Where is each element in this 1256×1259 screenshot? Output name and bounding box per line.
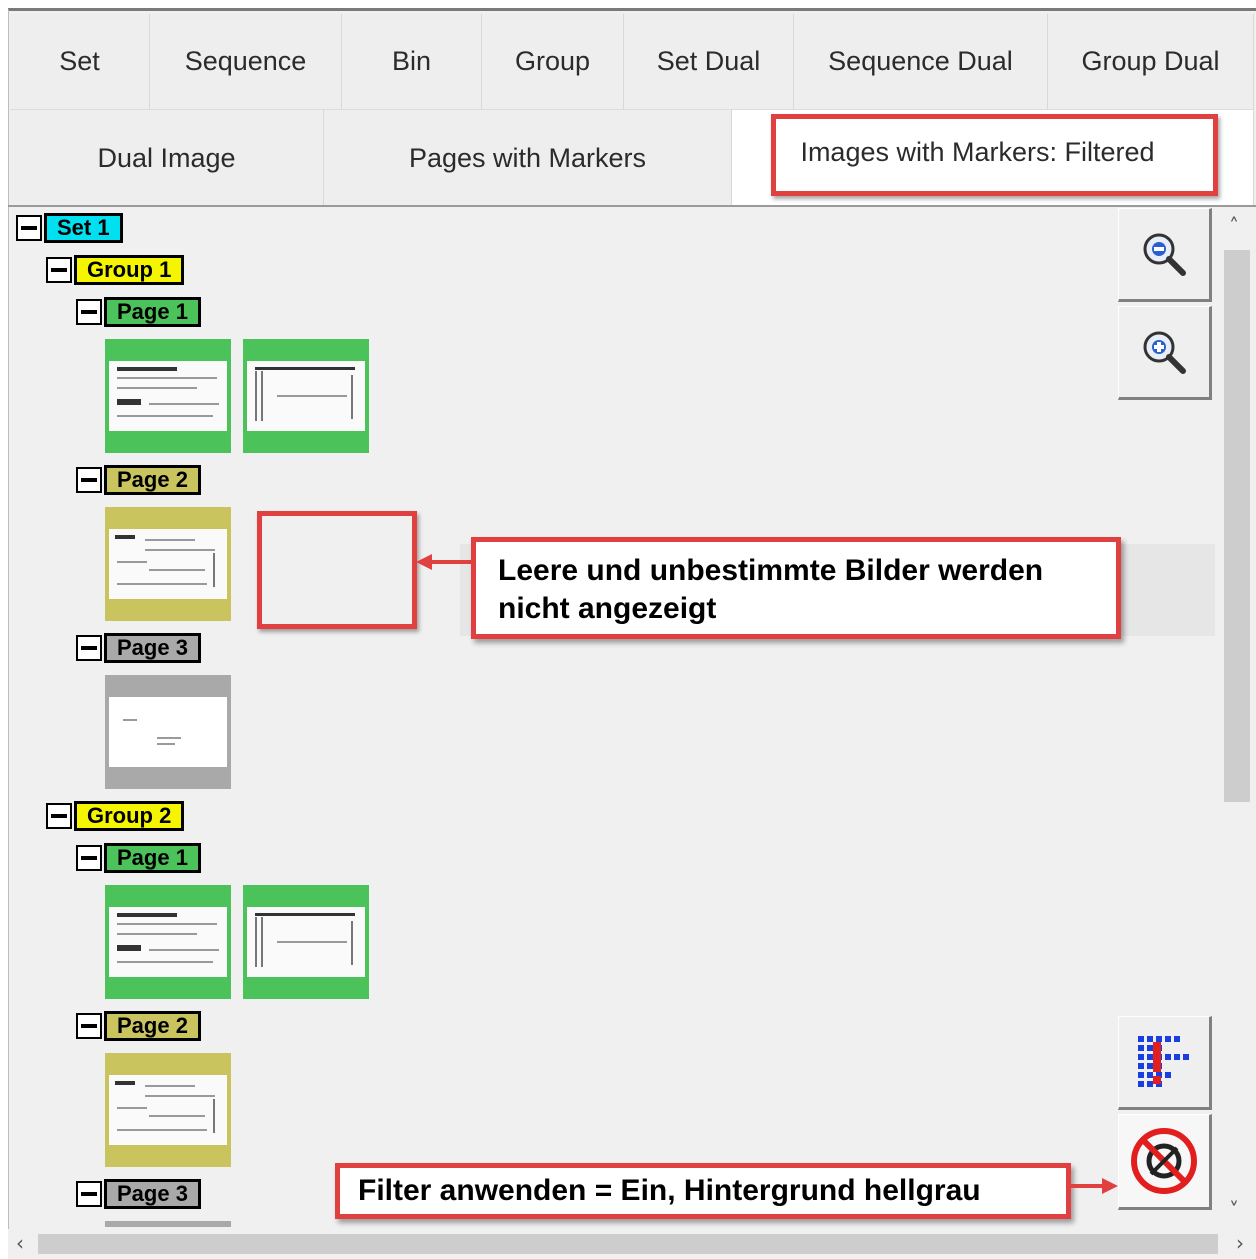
image-thumbnail-partial[interactable] [105,1221,231,1227]
callout-arrow [416,554,472,570]
scroll-up-icon[interactable]: ˄ [1229,214,1239,238]
group-label: Group 1 [74,255,185,285]
tree-node-g1-page-3[interactable]: Page 3 [76,633,201,663]
tree-node-set-1[interactable]: Set 1 [16,213,123,243]
collapse-icon[interactable] [46,257,72,283]
marker-list-button[interactable] [1118,1016,1212,1110]
group-label: Group 2 [74,801,185,831]
collapse-icon[interactable] [76,845,102,871]
image-thumbnail-front[interactable] [105,1053,231,1167]
page-label: Page 3 [104,633,201,663]
apply-filter-button[interactable] [1118,1114,1212,1210]
page-label: Page 1 [104,297,201,327]
tab-sequence[interactable]: Sequence [150,14,342,110]
scroll-left-icon[interactable]: ‹ [16,1231,24,1255]
tree-node-g1-page-2[interactable]: Page 2 [76,465,201,495]
collapse-icon[interactable] [76,467,102,493]
image-thumbnail-front[interactable] [105,339,231,453]
filter-icon [1131,1128,1197,1194]
collapse-icon[interactable] [76,1181,102,1207]
image-thumbnail-back[interactable] [243,885,369,999]
page-label: Page 2 [104,465,201,495]
horizontal-scroll-thumb[interactable] [38,1234,1218,1254]
tab-bin[interactable]: Bin [342,14,482,110]
tab-set[interactable]: Set [10,14,150,110]
image-thumbnail-front[interactable] [105,885,231,999]
image-thumbnail-front[interactable] [105,507,231,621]
tab-dual-image[interactable]: Dual Image [10,110,324,206]
tab-sequence-dual[interactable]: Sequence Dual [794,14,1048,110]
tab-divider [8,205,1256,207]
tab-group[interactable]: Group [482,14,624,110]
tree-node-g1-page-1[interactable]: Page 1 [76,297,201,327]
empty-images-callout: Leere und unbestimmte Bilder werden nich… [471,537,1121,639]
active-tab-highlight [771,114,1218,196]
tree-node-g2-page-2[interactable]: Page 2 [76,1011,201,1041]
page-label: Page 2 [104,1011,201,1041]
scroll-down-icon[interactable]: ˅ [1229,1198,1239,1222]
set-label: Set 1 [44,213,123,243]
tab-set-dual[interactable]: Set Dual [624,14,794,110]
zoom-in-icon [1143,331,1186,374]
collapse-icon[interactable] [46,803,72,829]
tree-node-group-2[interactable]: Group 2 [46,801,185,831]
vertical-scroll-thumb[interactable] [1224,250,1250,802]
image-thumbnail-back[interactable] [243,339,369,453]
tab-group-dual[interactable]: Group Dual [1048,14,1254,110]
image-thumbnail-front[interactable] [105,675,231,789]
callout-line-1: Leere und unbestimmte Bilder werden [498,554,1044,587]
tree-node-g2-page-3[interactable]: Page 3 [76,1179,201,1209]
tree-node-g2-page-1[interactable]: Page 1 [76,843,201,873]
empty-image-placeholder [257,511,417,629]
collapse-icon[interactable] [76,635,102,661]
collapse-icon[interactable] [76,299,102,325]
zoom-out-button[interactable] [1118,208,1212,302]
marker-list-icon [1138,1036,1189,1087]
filter-callout-arrow [1070,1178,1118,1194]
page-label: Page 1 [104,843,201,873]
vertical-scrollbar[interactable]: ˄ ˅ [1220,210,1254,1228]
zoom-out-icon [1143,233,1186,276]
callout-line-2: nicht angezeigt [498,592,717,625]
collapse-icon[interactable] [16,215,42,241]
collapse-icon[interactable] [76,1013,102,1039]
page-label: Page 3 [104,1179,201,1209]
scroll-right-icon[interactable]: › [1236,1231,1244,1255]
zoom-in-button[interactable] [1118,306,1212,400]
filter-callout: Filter anwenden = Ein, Hintergrund hellg… [335,1163,1071,1219]
horizontal-scrollbar[interactable]: ‹ › [8,1229,1256,1259]
tree-node-group-1[interactable]: Group 1 [46,255,185,285]
tab-pages-with-markers[interactable]: Pages with Markers [324,110,732,206]
